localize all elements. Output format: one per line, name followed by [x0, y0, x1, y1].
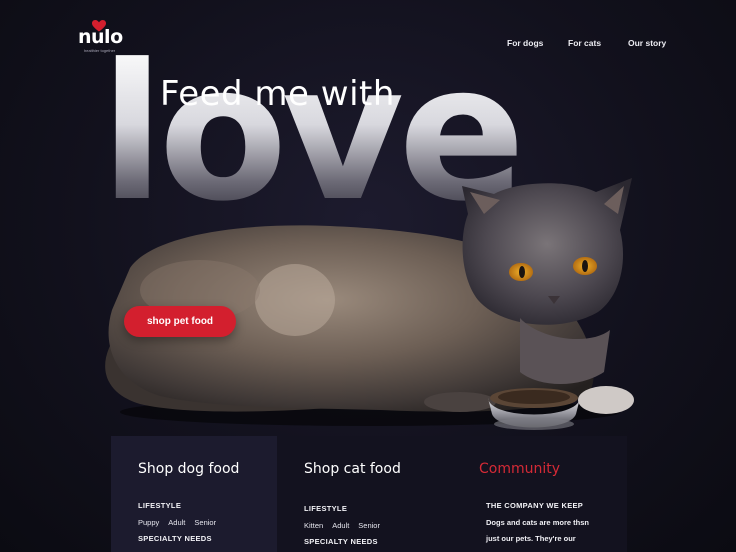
nav-for-cats[interactable]: For cats — [568, 38, 601, 48]
card-shop-dog-food[interactable]: Shop dog food LIFESTYLE Puppy Adult Seni… — [111, 436, 277, 552]
card-links: Kitten Adult Senior — [304, 521, 380, 530]
card-section-specialty[interactable]: SPECIALTY NEEDS — [138, 534, 212, 543]
card-section-company: THE COMPANY WE KEEP — [486, 501, 584, 510]
card-title[interactable]: Shop cat food — [304, 461, 452, 477]
hero-headline-love: love — [100, 24, 526, 243]
link-adult[interactable]: Adult — [168, 518, 185, 527]
link-kitten[interactable]: Kitten — [304, 521, 323, 530]
card-links: Puppy Adult Senior — [138, 518, 216, 527]
card-shop-cat-food[interactable]: Shop cat food LIFESTYLE Kitten Adult Sen… — [277, 436, 452, 552]
card-body-line: just our pets. They're our — [486, 534, 576, 543]
link-puppy[interactable]: Puppy — [138, 518, 159, 527]
link-senior[interactable]: Senior — [194, 518, 216, 527]
shop-pet-food-button[interactable]: shop pet food — [124, 306, 236, 337]
card-section-lifestyle: LIFESTYLE — [138, 501, 182, 510]
card-title[interactable]: Shop dog food — [138, 461, 277, 477]
card-body-line: Dogs and cats are more thsn — [486, 518, 589, 527]
card-section-specialty[interactable]: SPECIALTY NEEDS — [304, 537, 378, 546]
link-senior[interactable]: Senior — [358, 521, 380, 530]
card-title[interactable]: Community — [479, 461, 627, 477]
category-cards: Shop dog food LIFESTYLE Puppy Adult Seni… — [111, 436, 627, 552]
card-community[interactable]: Community THE COMPANY WE KEEP Dogs and c… — [452, 436, 627, 552]
card-section-lifestyle: LIFESTYLE — [304, 504, 348, 513]
link-adult[interactable]: Adult — [332, 521, 349, 530]
hero-headline: Feed me with — [160, 74, 395, 114]
nav-our-story[interactable]: Our story — [628, 38, 666, 48]
